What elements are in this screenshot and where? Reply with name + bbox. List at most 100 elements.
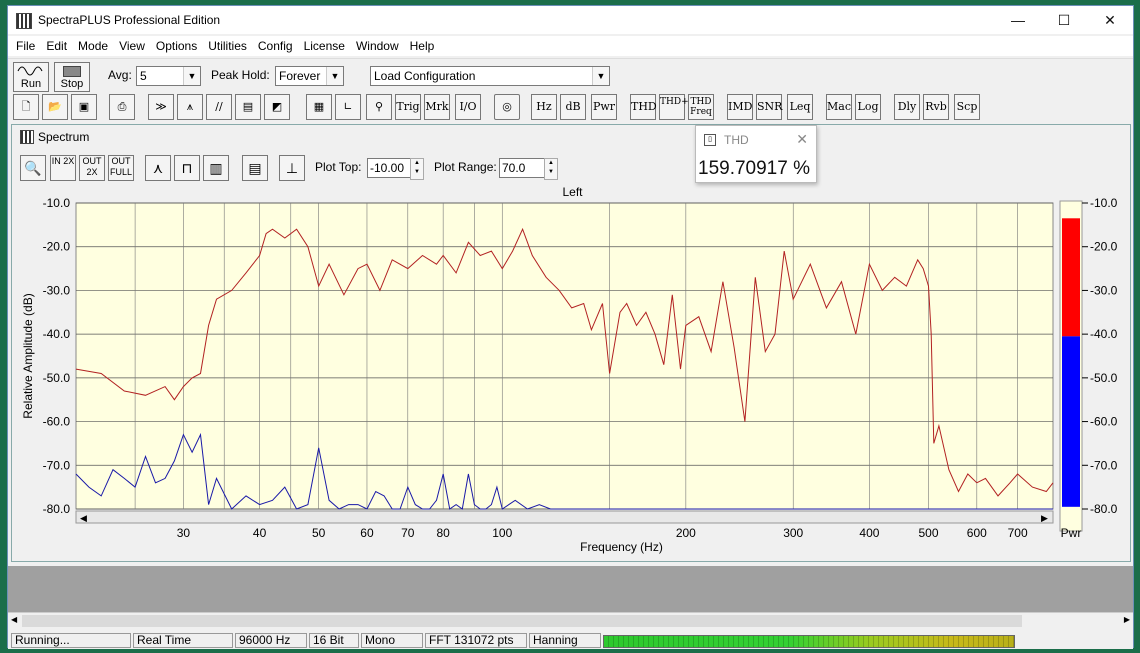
avg-select[interactable]: 5 ▼ xyxy=(136,66,201,86)
avg-label: Avg: xyxy=(108,68,132,82)
imd-button[interactable]: IMD xyxy=(727,94,753,120)
close-icon[interactable]: ✕ xyxy=(796,131,808,148)
rvb-button[interactable]: Rvb xyxy=(923,94,949,120)
status-rate: 96000 Hz xyxy=(235,633,307,648)
chart-title: Left xyxy=(562,185,583,199)
thd-popup: ▯ THD ✕ 159.70917 % xyxy=(695,125,817,183)
axis-icon[interactable]: ∟ xyxy=(335,94,361,120)
thd-popup-title: THD xyxy=(724,133,749,147)
leq-button[interactable]: Leq xyxy=(787,94,813,120)
function-toolbar: 🗋 📂 ▣ ⎙ ≫ ⩚ ∕∕ ▤ ◩ ▦ ∟ ⚲ Trig Mrk I/O ◎ … xyxy=(8,94,1133,124)
stop-button[interactable]: Stop xyxy=(54,62,90,92)
menu-edit[interactable]: Edit xyxy=(46,36,67,56)
x-tick-label: 400 xyxy=(859,526,879,540)
status-channels: Mono xyxy=(361,633,423,648)
overlay-icon[interactable]: ▦ xyxy=(306,94,332,120)
zoom-in-2x-button[interactable]: IN 2X xyxy=(50,155,76,181)
peak-hold-label: Peak Hold: xyxy=(211,68,270,82)
close-button[interactable]: ✕ xyxy=(1087,6,1133,34)
menu-help[interactable]: Help xyxy=(410,36,435,56)
log-button[interactable]: Log xyxy=(855,94,881,120)
power-tick-label: -70.0 xyxy=(1090,458,1118,472)
peak-hold-select[interactable]: Forever ▼ xyxy=(275,66,344,86)
meter-icon: ▯ xyxy=(704,134,716,146)
thd-button[interactable]: THD xyxy=(630,94,657,120)
scale-icon[interactable]: ⊥ xyxy=(279,155,305,181)
minimize-button[interactable]: — xyxy=(995,6,1041,34)
scp-button[interactable]: Scp xyxy=(954,94,980,120)
config-select[interactable]: Load Configuration ▼ xyxy=(370,66,610,86)
chart-scrollbar xyxy=(75,510,1054,524)
generator-icon[interactable]: ◎ xyxy=(494,94,520,120)
bar-plot-icon[interactable]: ▥ xyxy=(203,155,229,181)
x-axis-label: Frequency (Hz) xyxy=(580,540,663,554)
plot-range-input[interactable]: 70.0 ▲ ▼ xyxy=(499,158,558,180)
x-tick-label: 30 xyxy=(177,526,191,540)
3d-surface-icon[interactable]: ◩ xyxy=(264,94,290,120)
zoom-out-2x-button[interactable]: OUT 2X xyxy=(79,155,105,181)
thd-n-button[interactable]: THD+N xyxy=(659,94,696,120)
magnify-icon[interactable]: 🔍 xyxy=(20,155,46,181)
step-plot-icon[interactable]: ⊓ xyxy=(174,155,200,181)
window-title: SpectraPLUS Professional Edition xyxy=(38,13,221,27)
main-horizontal-scrollbar[interactable]: ◀ ▶ xyxy=(8,612,1133,630)
spectrum-icon xyxy=(20,130,34,144)
scroll-right-icon[interactable]: ▶ xyxy=(1124,615,1130,624)
menu-mode[interactable]: Mode xyxy=(78,36,108,56)
menu-options[interactable]: Options xyxy=(156,36,197,56)
y-tick-label: -40.0 xyxy=(43,327,71,341)
mac-button[interactable]: Mac xyxy=(826,94,852,120)
spectrum-view-icon[interactable]: ⩚ xyxy=(177,94,203,120)
plot-top-label: Plot Top: xyxy=(315,160,362,174)
calibrate-icon[interactable]: ⚲ xyxy=(366,94,392,120)
dly-button[interactable]: Dly xyxy=(894,94,920,120)
spinner-icon[interactable]: ▲ ▼ xyxy=(410,158,424,180)
stop-icon xyxy=(63,66,81,77)
app-icon xyxy=(16,13,32,29)
menu-file[interactable]: File xyxy=(16,36,35,56)
new-file-icon[interactable]: 🗋 xyxy=(13,94,39,120)
x-tick-label: 500 xyxy=(919,526,939,540)
thd-popup-header: ▯ THD ✕ xyxy=(696,126,816,152)
menu-window[interactable]: Window xyxy=(356,36,399,56)
power-bar-blue xyxy=(1062,336,1080,507)
scroll-left-icon: ◀ xyxy=(80,514,87,524)
scroll-left-icon[interactable]: ◀ xyxy=(11,615,17,624)
status-state: Running... xyxy=(11,633,131,648)
y-tick-label: -20.0 xyxy=(43,240,71,254)
menu-license[interactable]: License xyxy=(304,36,345,56)
print-icon[interactable]: ⎙ xyxy=(109,94,135,120)
open-folder-icon[interactable]: 📂 xyxy=(42,94,68,120)
status-bits: 16 Bit xyxy=(309,633,359,648)
menu-config[interactable]: Config xyxy=(258,36,293,56)
plot-top-input[interactable]: -10.00 ▲ ▼ xyxy=(367,158,424,180)
pwr-button[interactable]: Pwr xyxy=(591,94,617,120)
spinner-icon[interactable]: ▲ ▼ xyxy=(544,158,558,180)
menu-utilities[interactable]: Utilities xyxy=(208,36,247,56)
mrk-button[interactable]: Mrk xyxy=(424,94,450,120)
hz-button[interactable]: Hz xyxy=(531,94,557,120)
main-toolbar: Run Stop Avg: 5 ▼ Peak Hold: Forever ▼ Loa… xyxy=(8,58,1133,93)
grid-settings-icon[interactable]: ▤ xyxy=(242,155,268,181)
io-button[interactable]: I/O xyxy=(455,94,481,120)
run-button[interactable]: Run xyxy=(13,62,49,92)
spectrogram-icon[interactable]: ▤ xyxy=(235,94,261,120)
zoom-out-full-button[interactable]: OUT FULL xyxy=(108,155,134,181)
status-window: Hanning xyxy=(529,633,601,648)
x-tick-label: 100 xyxy=(492,526,512,540)
menu-view[interactable]: View xyxy=(119,36,145,56)
scroll-right-icon: ▶ xyxy=(1041,514,1048,524)
maximize-button[interactable]: ☐ xyxy=(1041,6,1087,34)
snr-button[interactable]: SNR xyxy=(756,94,782,120)
db-button[interactable]: dB xyxy=(560,94,586,120)
scroll-thumb[interactable] xyxy=(22,615,1022,627)
trig-button[interactable]: Trig xyxy=(395,94,421,120)
status-mode: Real Time xyxy=(133,633,233,648)
power-tick-label: -60.0 xyxy=(1090,415,1118,429)
line-plot-icon[interactable]: ⋏ xyxy=(145,155,171,181)
thd-freq-button[interactable]: THD Freq xyxy=(688,94,714,120)
time-series-icon[interactable]: ∕∕ xyxy=(206,94,232,120)
power-bar-label: Pwr xyxy=(1061,526,1082,540)
filter-icon[interactable]: ≫ xyxy=(148,94,174,120)
save-icon[interactable]: ▣ xyxy=(71,94,97,120)
